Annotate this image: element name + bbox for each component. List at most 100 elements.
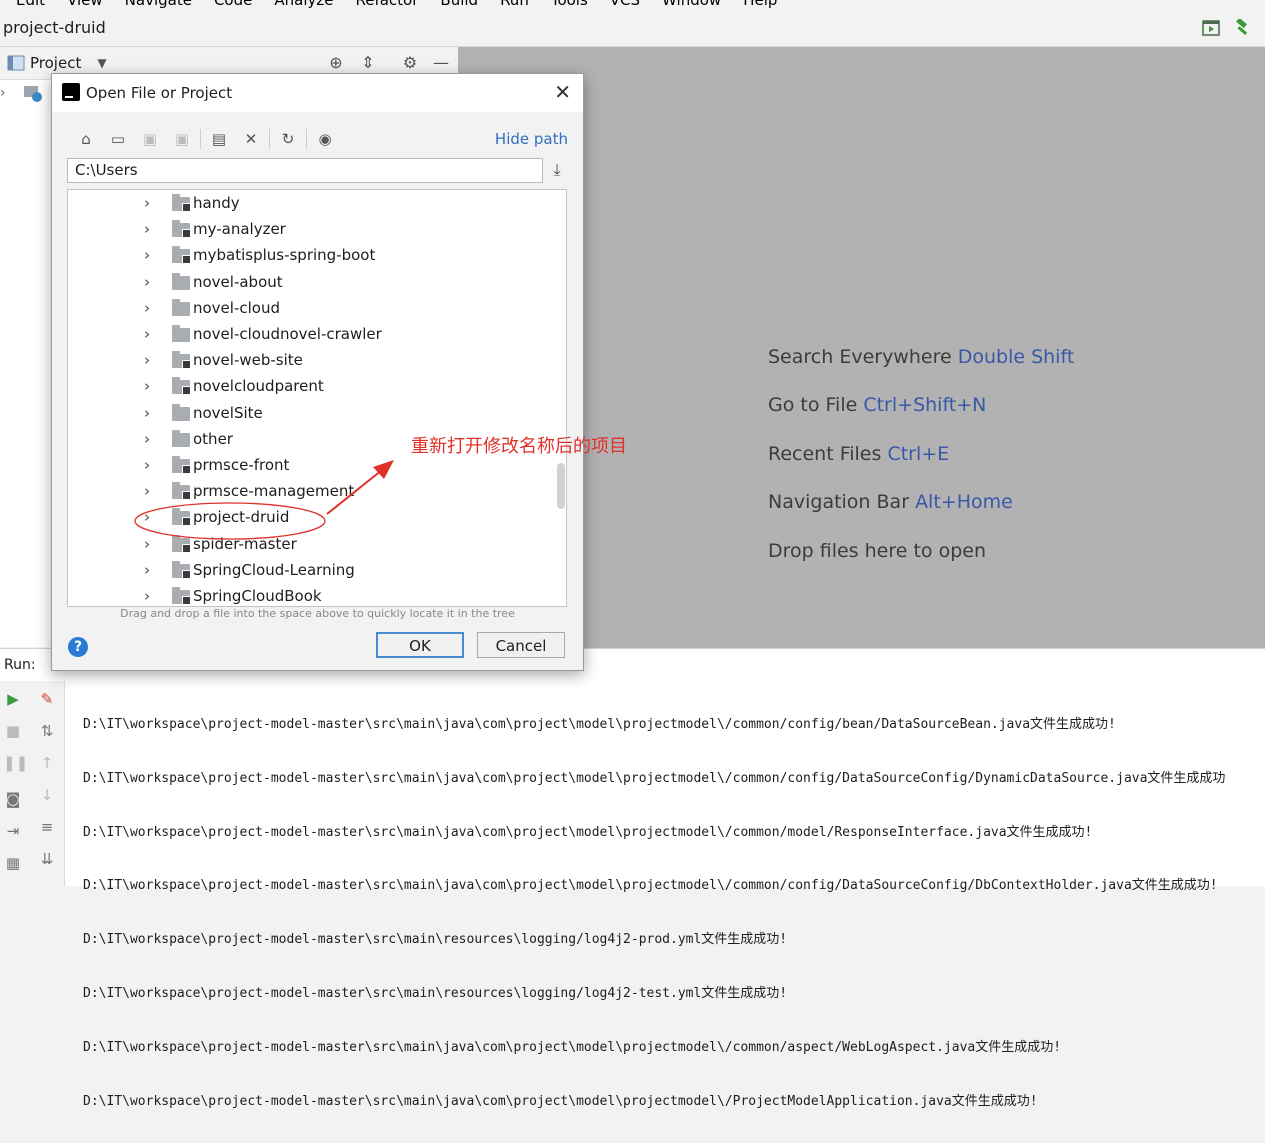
tree-item[interactable]: › my-analyzer	[68, 217, 548, 243]
tree-item[interactable]: › novel-cloud	[68, 296, 548, 322]
path-input[interactable]: C:\Users	[67, 158, 543, 183]
menu-analyze[interactable]: Analyze	[274, 0, 333, 9]
menu-window[interactable]: Window	[662, 0, 721, 9]
console-line: D:\IT\workspace\project-model-master\src…	[83, 932, 788, 948]
chevron-right-icon[interactable]: ›	[144, 561, 151, 579]
chevron-right-icon[interactable]: ›	[144, 377, 151, 395]
console-output[interactable]: D:\IT\workspace\project-model-master\src…	[83, 683, 1225, 1143]
tree-item-label: novel-web-site	[193, 351, 303, 370]
tree-item[interactable]: › novelcloudparent	[68, 374, 548, 400]
chevron-right-icon[interactable]: ›	[144, 273, 151, 291]
stop-icon[interactable]: ■	[3, 721, 23, 741]
module-icon	[24, 86, 42, 102]
tree-item[interactable]: › novel-about	[68, 270, 548, 296]
tree-item[interactable]: › novel-web-site	[68, 348, 548, 374]
cancel-button[interactable]: Cancel	[477, 632, 565, 658]
locate-target-icon[interactable]: ⊕	[326, 53, 346, 73]
tree-item-label: SpringCloudBook	[193, 587, 322, 605]
tree-item[interactable]: › SpringCloud-Learning	[68, 558, 548, 584]
tree-item[interactable]: › prmsce-management	[68, 479, 548, 505]
console-line: D:\IT\workspace\project-model-master\src…	[83, 717, 1116, 732]
tree-item[interactable]: › novel-cloudnovel-crawler	[68, 322, 548, 348]
gear-icon[interactable]: ⚙	[400, 53, 420, 73]
folder-icon	[172, 429, 190, 447]
chevron-right-icon[interactable]: ›	[144, 587, 151, 605]
pause-icon[interactable]: ❚❚	[3, 753, 28, 773]
exit-icon[interactable]: ⇥	[3, 821, 23, 841]
chevron-right-icon[interactable]: ›	[144, 430, 151, 448]
tree-item[interactable]: › handy	[68, 191, 548, 217]
menu-run[interactable]: Run	[500, 0, 529, 9]
menu-help[interactable]: Help	[743, 0, 777, 9]
sort-icon[interactable]: ⇅	[37, 721, 57, 741]
close-icon[interactable]: ✕	[554, 80, 571, 104]
tree-item-label: novelcloudparent	[193, 377, 324, 396]
folder-icon	[172, 272, 190, 290]
camera-icon[interactable]: ◙	[3, 789, 23, 809]
menu-build[interactable]: Build	[440, 0, 478, 9]
tree-scrollbar[interactable]	[557, 463, 565, 509]
refresh-icon[interactable]: ↻	[272, 126, 304, 152]
chevron-down-icon[interactable]: ▼	[92, 53, 112, 73]
open-file-dialog: Open File or Project ✕ ⌂ ▭ ▣ ▣ ▤ ✕ ↻ ◉ H…	[51, 73, 584, 671]
chevron-right-icon[interactable]: ›	[144, 456, 151, 474]
hide-path-link[interactable]: Hide path	[495, 130, 568, 148]
clear-icon[interactable]: ✎	[37, 689, 57, 709]
file-tree[interactable]: › handy › my-analyzer › mybatisplus-spring-bo…	[67, 189, 567, 607]
tree-item-label: my-analyzer	[193, 220, 286, 239]
delete-icon[interactable]: ✕	[235, 126, 267, 152]
tree-item[interactable]: › project-druid	[68, 505, 548, 531]
layout-icon[interactable]: ▦	[3, 853, 23, 873]
project-panel-label[interactable]: Project	[30, 54, 81, 72]
run-tab-label[interactable]: Run:	[4, 657, 36, 673]
module-folder-icon[interactable]: ▣	[166, 126, 198, 152]
chevron-right-icon[interactable]: ›	[144, 246, 151, 264]
help-icon[interactable]: ?	[68, 637, 88, 657]
soft-wrap-icon[interactable]: ≡	[37, 817, 57, 837]
download-icon[interactable]: ⤓	[547, 160, 567, 180]
up-arrow-icon[interactable]: ↑	[37, 753, 57, 773]
tree-item[interactable]: › novelSite	[68, 401, 548, 427]
dialog-title-bar: Open File or Project ✕	[52, 74, 583, 112]
home-icon[interactable]: ⌂	[70, 126, 102, 152]
menu-view[interactable]: View	[67, 0, 103, 9]
menu-vcs[interactable]: VCS	[610, 0, 640, 9]
run-toolbar: ▶ ■ ❚❚ ◙ ⇥ ▦ ✎ ⇅ ↑ ↓ ≡ ⇊	[0, 681, 65, 886]
down-arrow-icon[interactable]: ↓	[37, 785, 57, 805]
tree-item[interactable]: › spider-master	[68, 532, 548, 558]
menu-code[interactable]: Code	[214, 0, 252, 9]
project-title[interactable]: project-druid	[3, 18, 106, 37]
tree-item[interactable]: › SpringCloudBook	[68, 584, 548, 606]
tree-item[interactable]: › mybatisplus-spring-boot	[68, 243, 548, 269]
rerun-icon[interactable]: ▶	[3, 689, 23, 709]
chevron-right-icon[interactable]: ›	[144, 194, 151, 212]
chevron-right-icon[interactable]: ›	[0, 85, 6, 101]
chevron-right-icon[interactable]: ›	[144, 482, 151, 500]
project-folder-icon[interactable]: ▣	[134, 126, 166, 152]
chevron-right-icon[interactable]: ›	[144, 535, 151, 553]
folder-icon	[172, 403, 190, 421]
new-folder-icon[interactable]: ▤	[203, 126, 235, 152]
chevron-right-icon[interactable]: ›	[144, 220, 151, 238]
scroll-to-end-icon[interactable]: ⇊	[37, 849, 57, 869]
hide-panel-icon[interactable]: —	[431, 53, 451, 73]
menu-tools[interactable]: Tools	[551, 0, 588, 9]
folder-icon	[172, 534, 191, 553]
tree-item-label: mybatisplus-spring-boot	[193, 246, 376, 265]
chevron-right-icon[interactable]: ›	[144, 404, 151, 422]
collapse-all-icon[interactable]: ⇕	[358, 53, 378, 73]
menu-navigate[interactable]: Navigate	[125, 0, 192, 9]
chevron-right-icon[interactable]: ›	[144, 508, 151, 526]
menu-edit[interactable]: Edit	[16, 0, 45, 9]
show-hidden-icon[interactable]: ◉	[309, 126, 341, 152]
run-configuration-icon[interactable]	[1202, 19, 1220, 37]
ok-button[interactable]: OK	[376, 632, 464, 658]
chevron-right-icon[interactable]: ›	[144, 299, 151, 317]
dialog-toolbar: ⌂ ▭ ▣ ▣ ▤ ✕ ↻ ◉	[70, 126, 341, 152]
folder-icon	[172, 220, 191, 239]
chevron-right-icon[interactable]: ›	[144, 325, 151, 343]
menu-refactor[interactable]: Refactor	[355, 0, 418, 9]
chevron-right-icon[interactable]: ›	[144, 351, 151, 369]
desktop-icon[interactable]: ▭	[102, 126, 134, 152]
build-hammer-icon[interactable]	[1233, 19, 1251, 37]
